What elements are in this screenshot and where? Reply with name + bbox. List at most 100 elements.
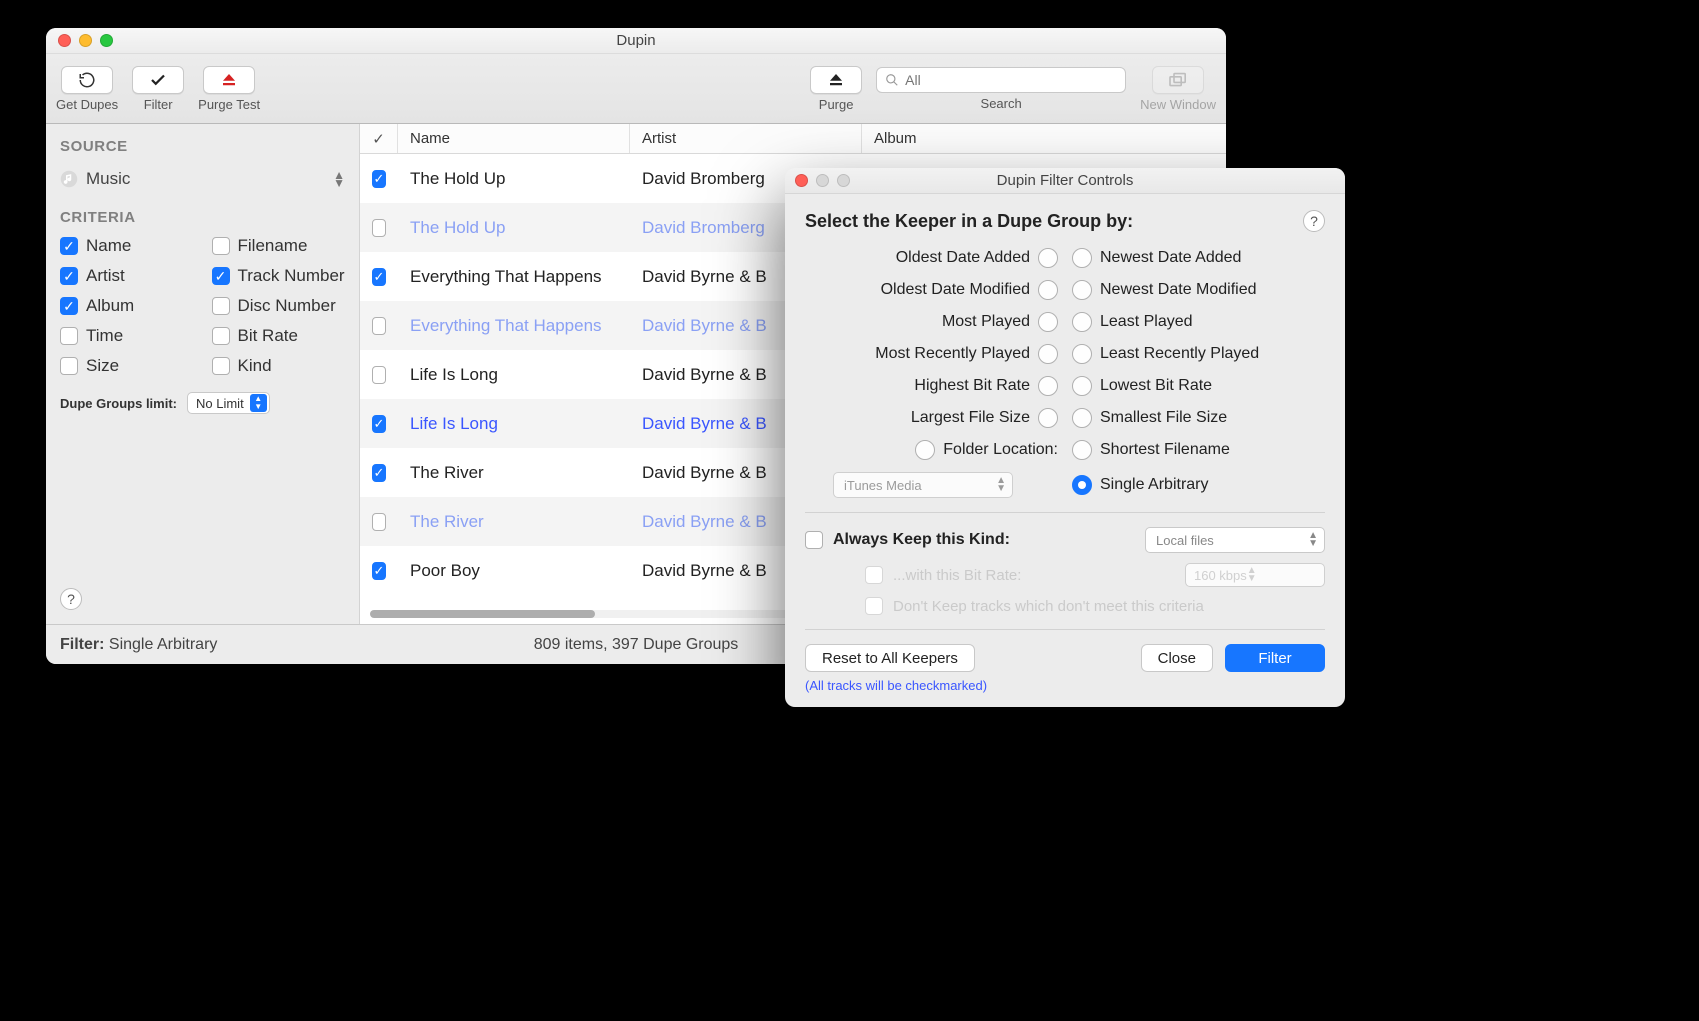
zoom-window-button[interactable] — [100, 34, 113, 47]
criteria-name[interactable]: ✓Name — [60, 236, 194, 256]
toolbar: Get Dupes Filter Purge Test — [46, 54, 1226, 124]
criteria-disc-number[interactable]: Disc Number — [212, 296, 346, 316]
row-checkbox[interactable] — [372, 219, 386, 237]
radio-option[interactable] — [1072, 248, 1092, 268]
dupe-limit-select[interactable]: No Limit ▲▼ — [187, 392, 270, 414]
single-arbitrary-row: Single Arbitrary — [1072, 472, 1325, 498]
dont-keep-row: Don't Keep tracks which don't meet this … — [805, 597, 1325, 615]
criteria-filename[interactable]: Filename — [212, 236, 346, 256]
radio-option[interactable] — [1038, 312, 1058, 332]
radio-row-left: Largest File Size — [805, 408, 1058, 428]
dialog-titlebar: Dupin Filter Controls — [785, 168, 1345, 194]
row-checkbox[interactable]: ✓ — [372, 562, 386, 580]
row-name: Everything That Happens — [398, 267, 630, 287]
stepper-icon: ▲▼ — [250, 394, 267, 412]
radio-option[interactable] — [1038, 408, 1058, 428]
radio-row-right: Lowest Bit Rate — [1072, 376, 1325, 396]
filter-button[interactable] — [132, 66, 184, 94]
criteria-track-number[interactable]: ✓Track Number — [212, 266, 346, 286]
radio-row-right: Newest Date Added — [1072, 248, 1325, 268]
get-dupes-group: Get Dupes — [56, 66, 118, 112]
always-keep-checkbox[interactable] — [805, 531, 823, 549]
row-checkbox[interactable]: ✓ — [372, 268, 386, 286]
with-bitrate-checkbox — [865, 566, 883, 584]
search-field[interactable] — [876, 67, 1126, 93]
scrollbar-thumb[interactable] — [370, 610, 595, 618]
dont-keep-label: Don't Keep tracks which don't meet this … — [893, 598, 1204, 615]
radio-row-left: Most Recently Played — [805, 344, 1058, 364]
close-window-button[interactable] — [58, 34, 71, 47]
row-name: The Hold Up — [398, 218, 630, 238]
dialog-footer: Reset to All Keepers Close Filter — [785, 644, 1345, 672]
minimize-window-button[interactable] — [79, 34, 92, 47]
radio-option[interactable] — [1072, 312, 1092, 332]
dialog-title: Dupin Filter Controls — [997, 172, 1134, 189]
radio-option[interactable] — [1038, 280, 1058, 300]
dont-keep-checkbox — [865, 597, 883, 615]
dialog-help-button[interactable]: ? — [1303, 210, 1325, 232]
with-bitrate-label: ...with this Bit Rate: — [893, 567, 1021, 584]
status-summary: 809 items, 397 Dupe Groups — [534, 636, 739, 654]
radio-option[interactable] — [1072, 344, 1092, 364]
criteria-album[interactable]: ✓Album — [60, 296, 194, 316]
row-checkbox[interactable]: ✓ — [372, 464, 386, 482]
radio-folder-location[interactable] — [915, 440, 935, 460]
get-dupes-button[interactable] — [61, 66, 113, 94]
help-button[interactable]: ? — [60, 588, 82, 610]
radio-option[interactable] — [1072, 376, 1092, 396]
always-keep-row: Always Keep this Kind: Local files ▲▼ — [805, 527, 1325, 553]
close-button[interactable]: Close — [1141, 644, 1213, 672]
radio-option[interactable] — [1072, 408, 1092, 428]
source-select[interactable]: Music ▲▼ — [60, 165, 345, 193]
dupe-limit-value: No Limit — [196, 396, 244, 411]
folder-location-select[interactable]: iTunes Media ▲▼ — [833, 472, 1013, 498]
radio-option[interactable] — [1038, 376, 1058, 396]
kind-select[interactable]: Local files ▲▼ — [1145, 527, 1325, 553]
source-heading: SOURCE — [60, 138, 345, 155]
chevron-updown-icon: ▲▼ — [1308, 532, 1318, 548]
sidebar: SOURCE Music ▲▼ CRITERIA ✓NameFilename✓A… — [46, 124, 360, 624]
dialog-heading: Select the Keeper in a Dupe Group by: — [805, 211, 1133, 232]
shortest-filename-row: Shortest Filename — [1072, 440, 1325, 460]
row-name: The Hold Up — [398, 169, 630, 189]
row-checkbox[interactable] — [372, 317, 386, 335]
new-window-label: New Window — [1140, 97, 1216, 112]
row-checkbox[interactable] — [372, 513, 386, 531]
radio-single-arbitrary[interactable] — [1072, 475, 1092, 495]
filter-apply-button[interactable]: Filter — [1225, 644, 1325, 672]
col-album[interactable]: Album — [862, 124, 1226, 153]
radio-option[interactable] — [1038, 248, 1058, 268]
shortest-filename-label: Shortest Filename — [1100, 441, 1230, 459]
col-name[interactable]: Name — [398, 124, 630, 153]
col-check[interactable]: ✓ — [360, 124, 398, 153]
row-checkbox[interactable]: ✓ — [372, 415, 386, 433]
dialog-close-button[interactable] — [795, 174, 808, 187]
dialog-note: (All tracks will be checkmarked) — [785, 672, 1345, 693]
dialog-minimize-button — [816, 174, 829, 187]
row-name: The River — [398, 512, 630, 532]
col-artist[interactable]: Artist — [630, 124, 862, 153]
row-name: Life Is Long — [398, 365, 630, 385]
row-checkbox[interactable]: ✓ — [372, 170, 386, 188]
radio-shortest-filename[interactable] — [1072, 440, 1092, 460]
purge-test-button[interactable] — [203, 66, 255, 94]
row-checkbox[interactable] — [372, 366, 386, 384]
chevron-updown-icon: ▲▼ — [333, 171, 345, 187]
eject-icon — [220, 71, 238, 89]
purge-group: Purge — [810, 66, 862, 112]
criteria-size[interactable]: Size — [60, 356, 194, 376]
search-input[interactable] — [905, 72, 1117, 88]
radio-row-right: Smallest File Size — [1072, 408, 1325, 428]
bitrate-select: 160 kbps ▲▼ — [1185, 563, 1325, 587]
purge-button[interactable] — [810, 66, 862, 94]
radio-option[interactable] — [1072, 280, 1092, 300]
reset-button[interactable]: Reset to All Keepers — [805, 644, 975, 672]
table-header: ✓ Name Artist Album — [360, 124, 1226, 154]
criteria-time[interactable]: Time — [60, 326, 194, 346]
criteria-bit-rate[interactable]: Bit Rate — [212, 326, 346, 346]
criteria-artist[interactable]: ✓Artist — [60, 266, 194, 286]
radio-option[interactable] — [1038, 344, 1058, 364]
folder-location-label: Folder Location: — [943, 441, 1058, 459]
criteria-kind[interactable]: Kind — [212, 356, 346, 376]
radio-grid-extra: Folder Location: Shortest Filename iTune… — [805, 440, 1325, 498]
